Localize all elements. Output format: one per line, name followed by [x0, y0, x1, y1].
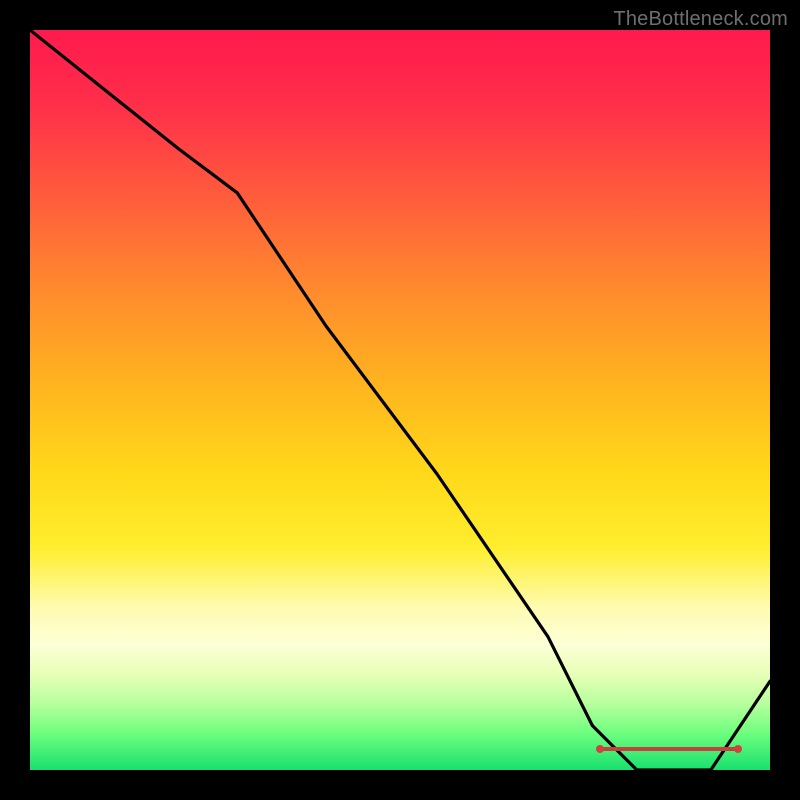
- bottleneck-curve: [30, 30, 770, 770]
- optimal-region-bar: [600, 747, 738, 751]
- marker-dot: [596, 745, 604, 753]
- marker-dot: [734, 745, 742, 753]
- plot-area: [30, 30, 770, 770]
- chart-frame: TheBottleneck.com: [0, 0, 800, 800]
- optimal-region-marker: [596, 744, 742, 754]
- attribution-text: TheBottleneck.com: [613, 8, 788, 31]
